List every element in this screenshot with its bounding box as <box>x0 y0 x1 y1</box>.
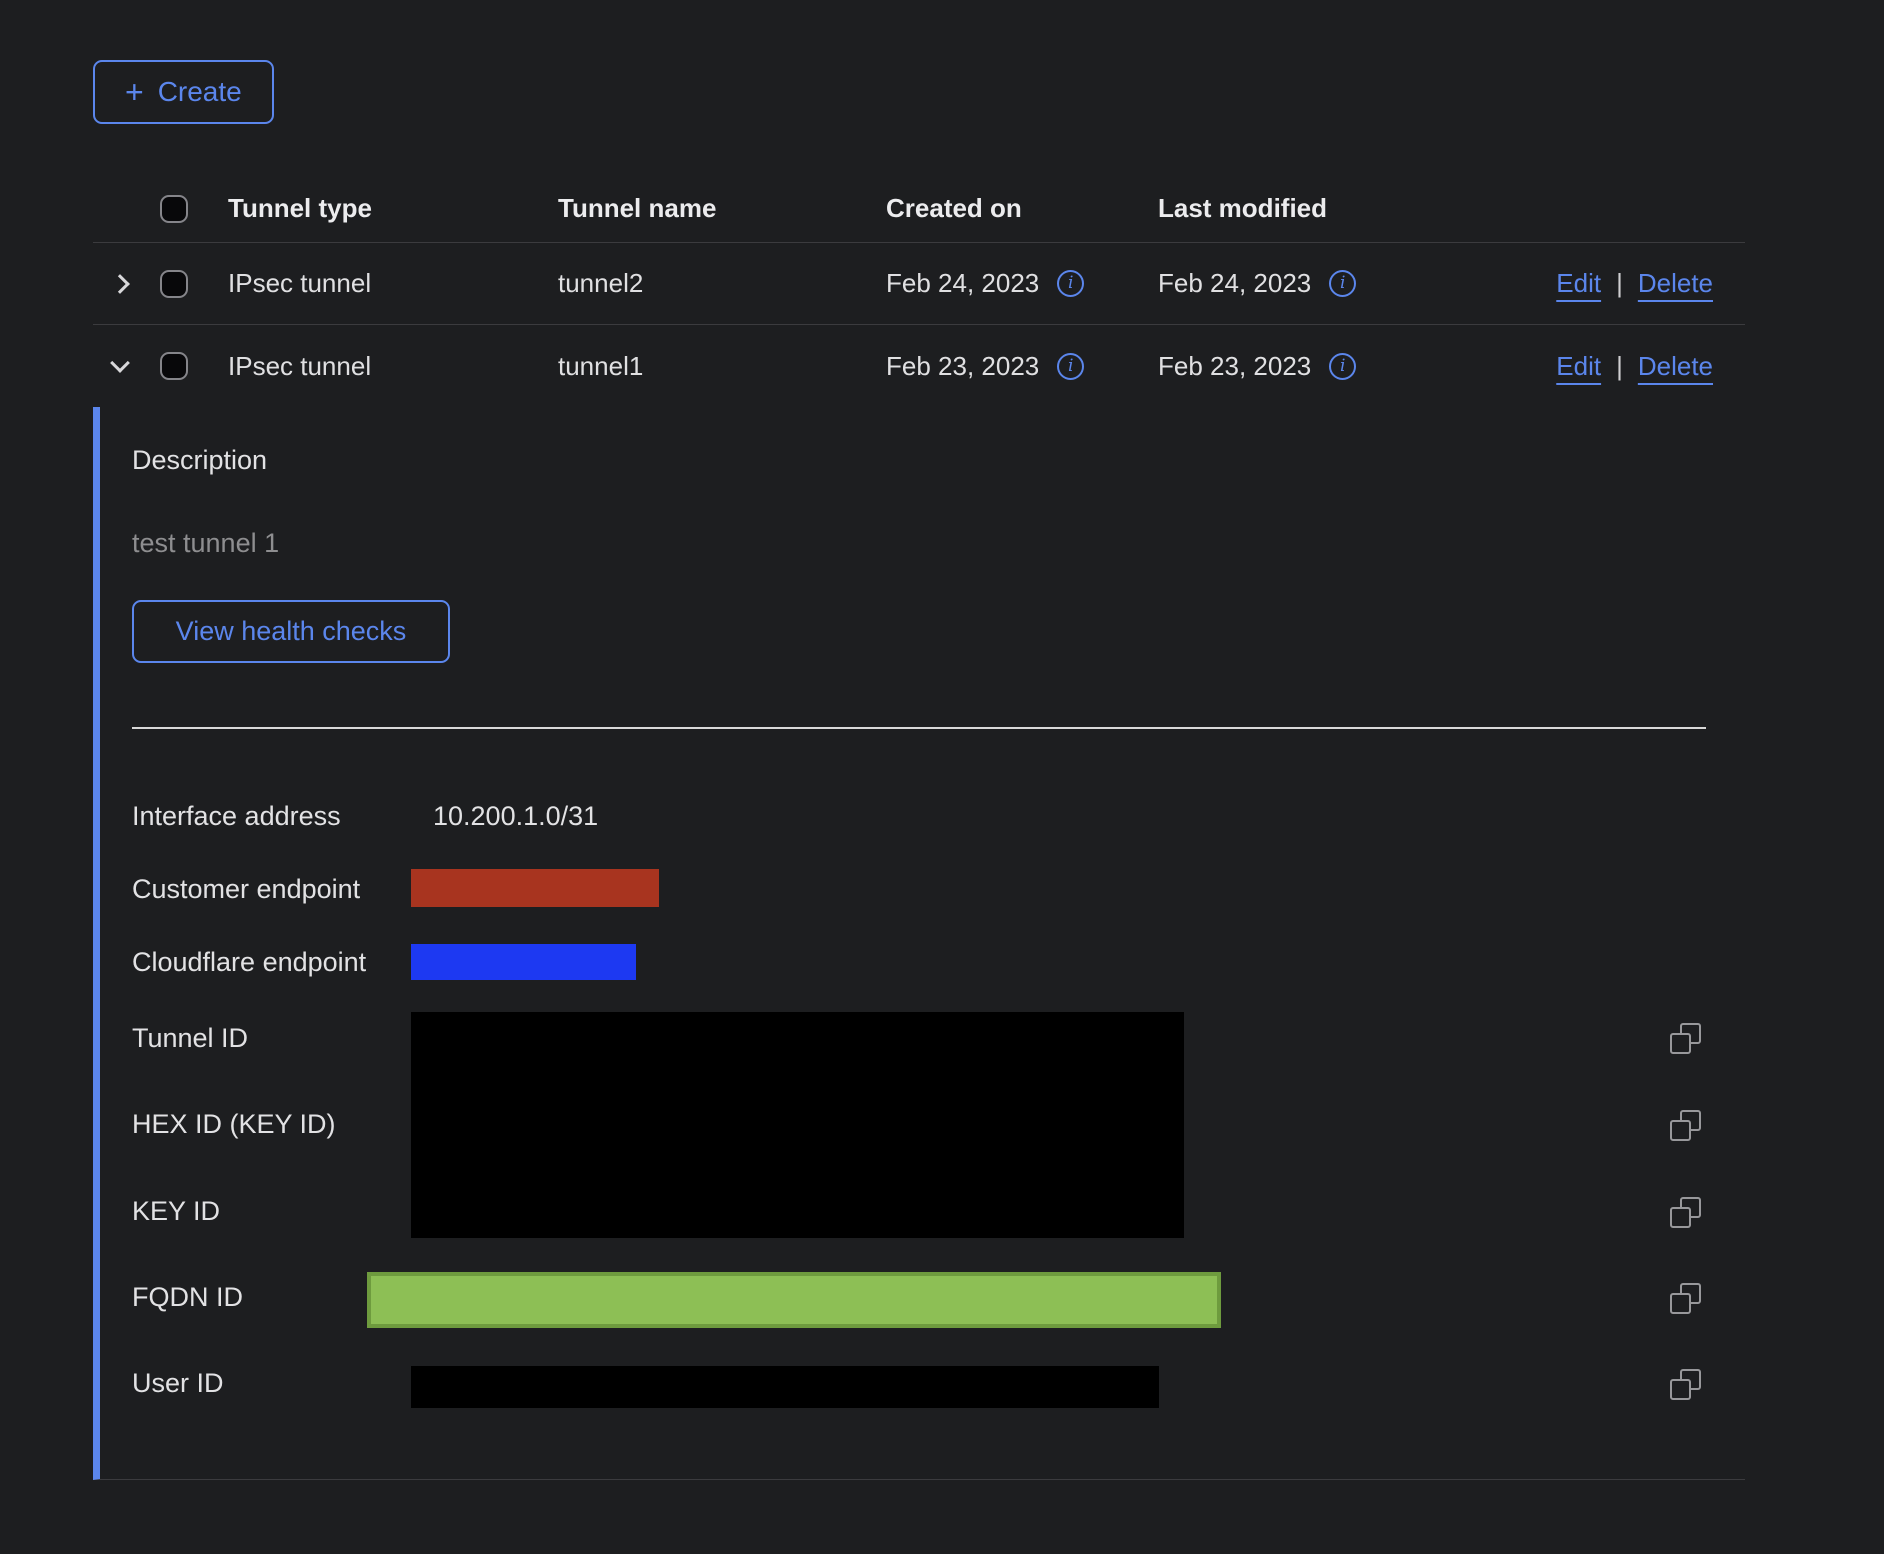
info-icon[interactable]: i <box>1057 270 1084 297</box>
description-value: test tunnel 1 <box>132 526 279 560</box>
header-tunnel-name: Tunnel name <box>558 193 886 224</box>
chevron-right-icon[interactable] <box>110 274 130 294</box>
copy-icon[interactable] <box>1670 1283 1701 1314</box>
actions-separator: | <box>1616 268 1623 299</box>
last-modified-cell: Feb 23, 2023 i <box>1158 351 1430 382</box>
copy-icon-front <box>1670 1293 1691 1314</box>
last-modified-cell: Feb 24, 2023 i <box>1158 268 1430 299</box>
copy-icon-front <box>1670 1379 1691 1400</box>
select-all-checkbox[interactable] <box>160 195 188 223</box>
info-icon[interactable]: i <box>1329 270 1356 297</box>
fqdn-id-redaction <box>367 1272 1221 1328</box>
delete-link[interactable]: Delete <box>1638 351 1713 382</box>
user-id-label: User ID <box>132 1366 224 1400</box>
interface-address-value: 10.200.1.0/31 <box>433 799 598 833</box>
view-health-checks-button[interactable]: View health checks <box>132 600 450 663</box>
table-row: IPsec tunnel tunnel2 Feb 24, 2023 i Feb … <box>93 243 1745 325</box>
description-label: Description <box>132 443 267 477</box>
create-button[interactable]: + Create <box>93 60 274 124</box>
chevron-down-icon[interactable] <box>110 353 130 373</box>
copy-icon[interactable] <box>1670 1023 1701 1054</box>
tunnel-detail-panel: Description test tunnel 1 View health ch… <box>93 407 1745 1480</box>
header-last-modified: Last modified <box>1158 193 1430 224</box>
row-checkbox[interactable] <box>160 352 188 380</box>
table-header-row: Tunnel type Tunnel name Created on Last … <box>93 175 1745 243</box>
edit-link[interactable]: Edit <box>1556 351 1601 382</box>
customer-endpoint-label: Customer endpoint <box>132 872 360 906</box>
copy-icon[interactable] <box>1670 1197 1701 1228</box>
ids-redaction-block <box>411 1012 1184 1238</box>
key-id-label: KEY ID <box>132 1194 220 1228</box>
header-created-on: Created on <box>886 193 1158 224</box>
interface-address-label: Interface address <box>132 799 341 833</box>
table-row: IPsec tunnel tunnel1 Feb 23, 2023 i Feb … <box>93 325 1745 407</box>
info-icon[interactable]: i <box>1329 353 1356 380</box>
copy-icon[interactable] <box>1670 1369 1701 1400</box>
modified-date: Feb 23, 2023 <box>1158 351 1311 382</box>
created-on-cell: Feb 23, 2023 i <box>886 351 1158 382</box>
row-actions: Edit | Delete <box>1430 351 1745 382</box>
copy-icon-front <box>1670 1120 1691 1141</box>
tunnels-page: + Create Tunnel type Tunnel name Created… <box>0 0 1884 1554</box>
delete-link[interactable]: Delete <box>1638 268 1713 299</box>
edit-link[interactable]: Edit <box>1556 268 1601 299</box>
tunnel-name-cell: tunnel2 <box>558 268 886 299</box>
cloudflare-endpoint-label: Cloudflare endpoint <box>132 945 366 979</box>
row-actions: Edit | Delete <box>1430 268 1745 299</box>
fqdn-id-label: FQDN ID <box>132 1280 243 1314</box>
created-date: Feb 23, 2023 <box>886 351 1039 382</box>
tunnel-name-cell: tunnel1 <box>558 351 886 382</box>
panel-divider <box>132 727 1706 729</box>
tunnels-table: Tunnel type Tunnel name Created on Last … <box>93 175 1745 407</box>
tunnel-type-cell: IPsec tunnel <box>207 351 558 382</box>
created-date: Feb 24, 2023 <box>886 268 1039 299</box>
copy-icon-front <box>1670 1033 1691 1054</box>
tunnel-id-label: Tunnel ID <box>132 1021 248 1055</box>
info-icon[interactable]: i <box>1057 353 1084 380</box>
plus-icon: + <box>125 76 144 108</box>
hex-id-label: HEX ID (KEY ID) <box>132 1107 336 1141</box>
row-checkbox[interactable] <box>160 270 188 298</box>
cloudflare-endpoint-redaction <box>411 944 636 980</box>
user-id-redaction <box>411 1366 1159 1408</box>
customer-endpoint-redaction <box>411 869 659 907</box>
actions-separator: | <box>1616 351 1623 382</box>
modified-date: Feb 24, 2023 <box>1158 268 1311 299</box>
create-button-label: Create <box>158 76 242 108</box>
tunnel-type-cell: IPsec tunnel <box>207 268 558 299</box>
copy-icon-front <box>1670 1207 1691 1228</box>
copy-icon[interactable] <box>1670 1110 1701 1141</box>
created-on-cell: Feb 24, 2023 i <box>886 268 1158 299</box>
header-tunnel-type: Tunnel type <box>207 193 558 224</box>
